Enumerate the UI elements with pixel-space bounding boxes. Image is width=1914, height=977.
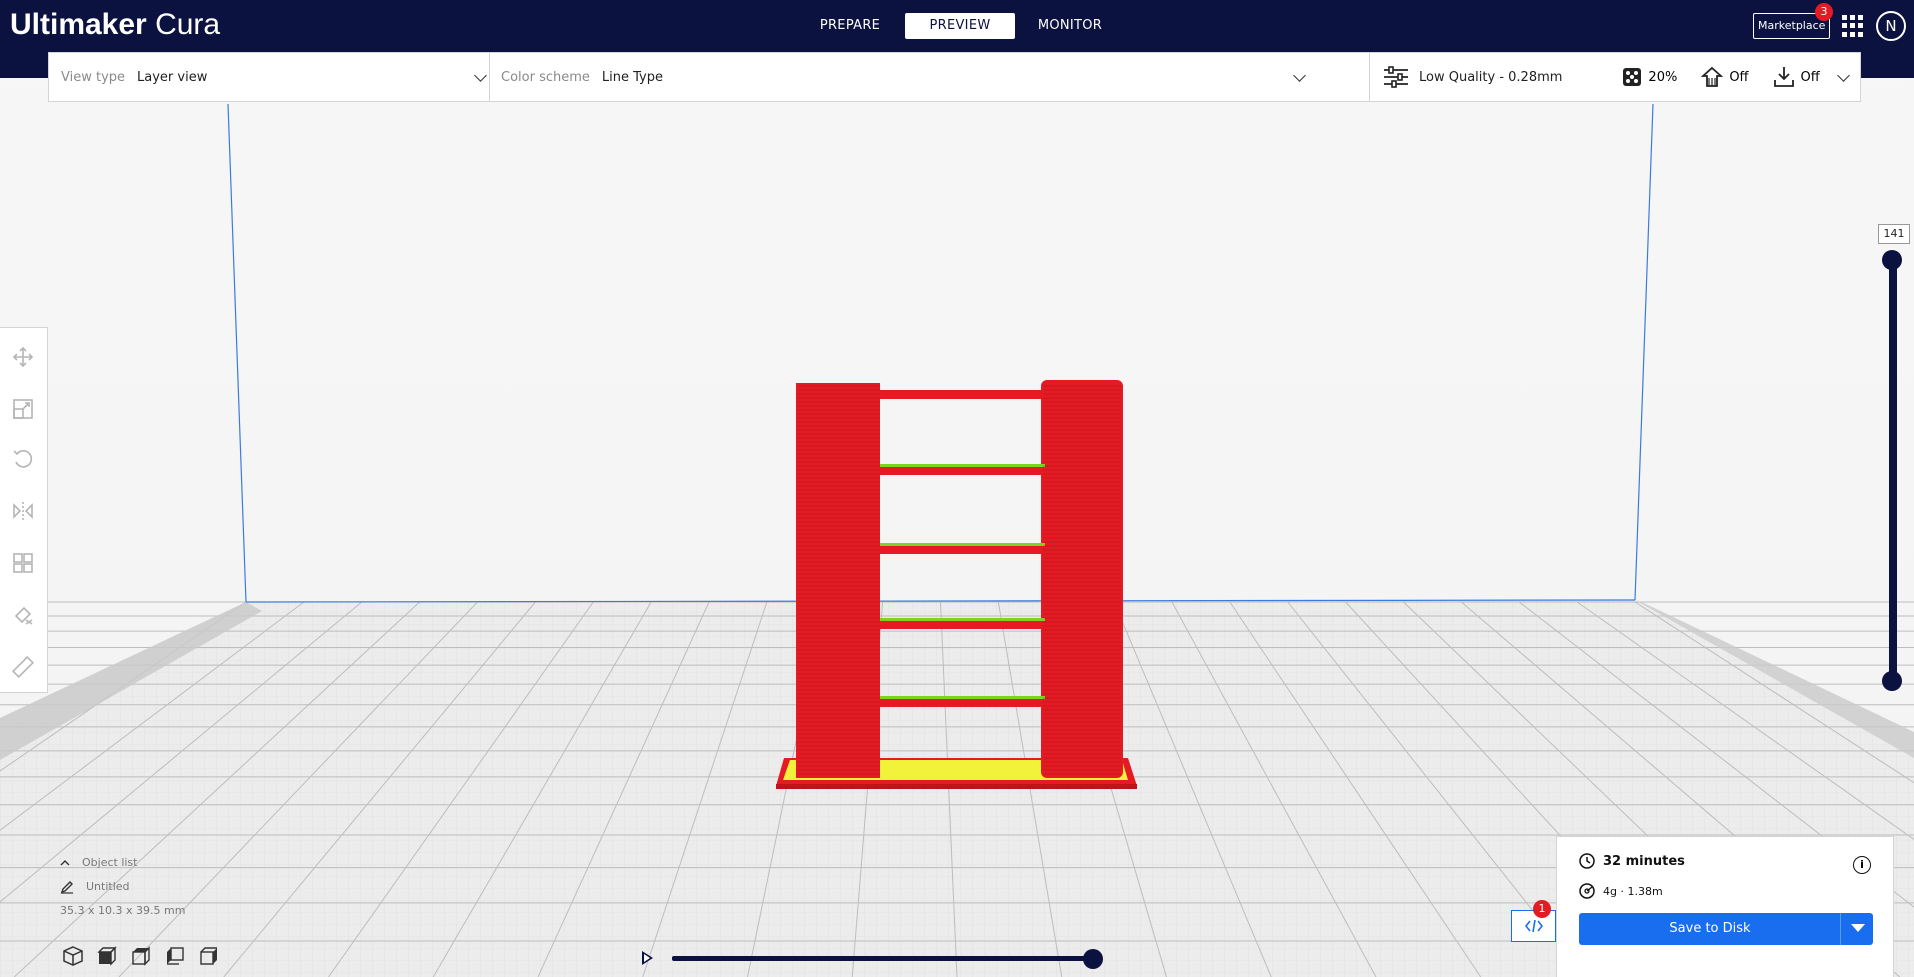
code-icon xyxy=(1524,919,1543,932)
print-output-panel: 32 minutes i 4g · 1.38m Save to Disk xyxy=(1556,836,1894,977)
scale-icon[interactable] xyxy=(12,398,34,420)
tab-preview[interactable]: PREVIEW xyxy=(905,13,1015,39)
header-bar: Ultimaker Cura PREPARE PREVIEW MONITOR M… xyxy=(0,0,1914,52)
quality-profile: Low Quality - 0.28mm xyxy=(1419,69,1563,85)
object-dimensions: 35.3 x 10.3 x 39.5 mm xyxy=(60,904,186,917)
sliders-icon xyxy=(1384,66,1408,88)
top-view-icon[interactable] xyxy=(130,945,152,967)
color-scheme-dropdown[interactable]: Color scheme Line Type xyxy=(501,53,1401,101)
infill-icon xyxy=(1623,68,1642,86)
clock-icon xyxy=(1579,853,1595,869)
gcode-badge: 1 xyxy=(1533,900,1551,918)
chevron-down-icon[interactable] xyxy=(1851,924,1865,932)
layer-number-input[interactable]: 141 xyxy=(1878,224,1910,244)
left-view-icon[interactable] xyxy=(164,945,186,967)
transform-toolbar xyxy=(0,327,48,693)
infill-value: 20% xyxy=(1648,69,1678,85)
layer-slider-lower-handle[interactable] xyxy=(1882,671,1902,691)
object-name-row[interactable]: Untitled xyxy=(60,880,185,904)
object-list-panel: Object list Untitled 35.3 x 10.3 x 39.5 … xyxy=(60,856,185,928)
color-scheme-value: Line Type xyxy=(601,69,663,85)
color-scheme-label: Color scheme xyxy=(501,69,590,85)
support-icon xyxy=(1701,66,1724,87)
material-usage: 4g · 1.38m xyxy=(1603,884,1663,898)
marketplace-badge: 3 xyxy=(1815,3,1833,21)
print-settings-summary[interactable]: Low Quality - 0.28mm 20% Off Off xyxy=(1383,53,1853,101)
per-model-settings-icon[interactable] xyxy=(12,552,34,574)
chevron-down-icon xyxy=(1293,69,1306,82)
rotate-icon[interactable] xyxy=(12,448,34,470)
simulation-slider-handle[interactable] xyxy=(1083,949,1103,969)
pencil-icon xyxy=(60,881,73,894)
front-view-icon[interactable] xyxy=(96,945,118,967)
chevron-down-icon xyxy=(474,69,487,82)
play-icon[interactable] xyxy=(642,951,653,965)
view-type-value: Layer view xyxy=(137,69,208,85)
stage-tabs: PREPARE PREVIEW MONITOR xyxy=(795,13,1125,39)
right-view-icon[interactable] xyxy=(198,945,220,967)
measure-icon[interactable] xyxy=(12,656,34,678)
support-value: Off xyxy=(1729,69,1749,85)
adhesion-icon xyxy=(1773,67,1794,87)
chevron-up-icon xyxy=(60,860,70,866)
support-blocker-icon[interactable] xyxy=(12,604,34,626)
mirror-icon[interactable] xyxy=(12,500,34,522)
move-icon[interactable] xyxy=(12,346,34,368)
chevron-down-icon xyxy=(1837,69,1850,82)
adhesion-value: Off xyxy=(1800,69,1820,85)
view-type-dropdown[interactable]: View type Layer view xyxy=(61,53,487,101)
layer-slider-track[interactable] xyxy=(1889,258,1897,682)
material-row: 4g · 1.38m xyxy=(1579,883,1663,899)
view-settings-bar: View type Layer view Color scheme Line T… xyxy=(48,52,1861,102)
tab-prepare[interactable]: PREPARE xyxy=(795,13,905,39)
info-icon[interactable]: i xyxy=(1853,856,1871,874)
save-to-disk-button[interactable]: Save to Disk xyxy=(1579,913,1873,945)
3d-view-icon[interactable] xyxy=(62,945,84,967)
layer-slider-upper-handle[interactable] xyxy=(1882,250,1902,270)
3d-viewport[interactable] xyxy=(0,0,1914,977)
simulation-slider-track[interactable] xyxy=(672,956,1092,961)
camera-view-buttons xyxy=(62,945,220,967)
print-time: 32 minutes xyxy=(1603,853,1685,869)
apps-grid-icon[interactable] xyxy=(1842,15,1864,37)
avatar[interactable]: N xyxy=(1876,11,1906,41)
gcode-preview-button[interactable] xyxy=(1511,910,1556,942)
view-type-label: View type xyxy=(61,69,126,85)
tab-monitor[interactable]: MONITOR xyxy=(1015,13,1125,39)
app-logo: Ultimaker Cura xyxy=(10,8,221,41)
object-list-toggle[interactable]: Object list xyxy=(60,856,185,880)
print-time-row: 32 minutes xyxy=(1579,853,1685,869)
spool-icon xyxy=(1579,883,1595,899)
